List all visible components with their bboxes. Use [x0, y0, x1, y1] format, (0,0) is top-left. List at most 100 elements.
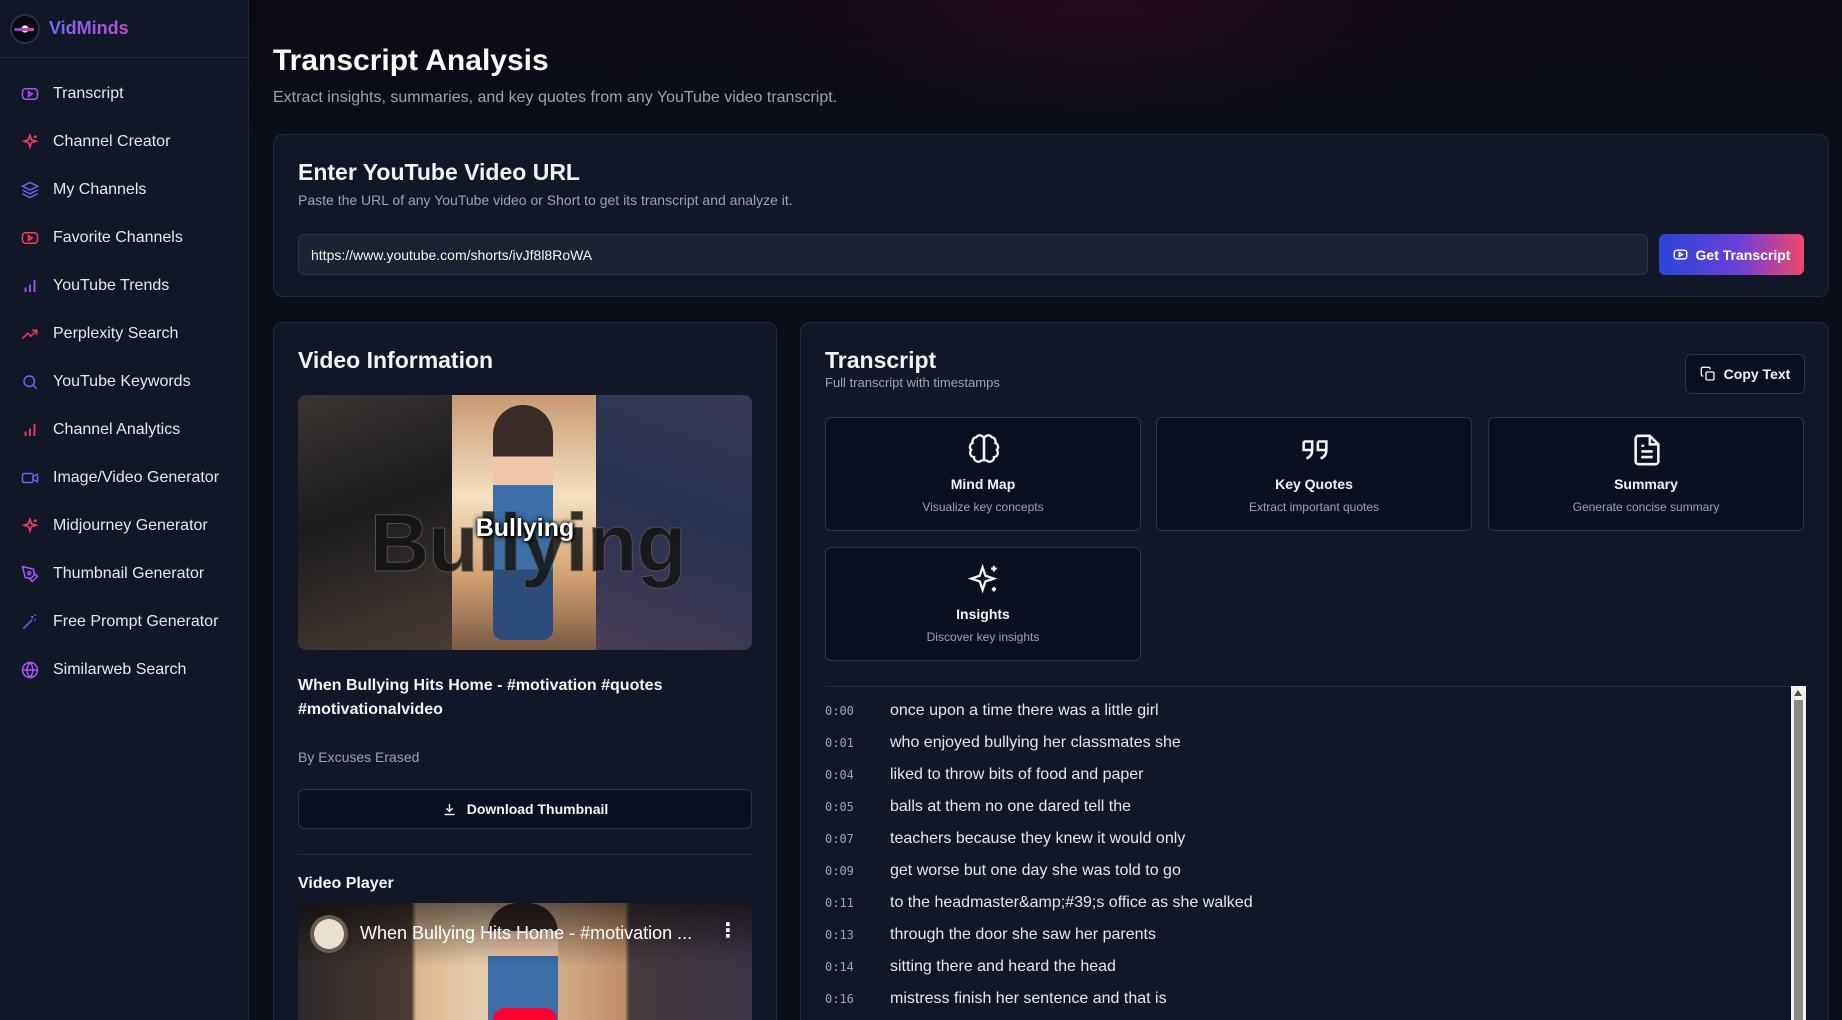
url-card: Enter YouTube Video URL Paste the URL of… — [273, 134, 1829, 297]
copy-icon — [1700, 366, 1715, 381]
video-author: By Excuses Erased — [298, 749, 420, 765]
sidebar-item-youtube-trends[interactable]: YouTube Trends — [0, 262, 248, 310]
sidebar-item-similarweb-search[interactable]: Similarweb Search — [0, 646, 248, 694]
player-title[interactable]: When Bullying Hits Home - #motivation ..… — [360, 923, 700, 944]
tool-description: Generate concise summary — [1572, 500, 1720, 514]
sparkles-icon — [21, 517, 39, 534]
download-thumbnail-label: Download Thumbnail — [466, 801, 609, 817]
sidebar-item-label: Midjourney Generator — [53, 517, 208, 534]
url-card-subtitle: Paste the URL of any YouTube video or Sh… — [298, 192, 793, 208]
sparkles-icon — [21, 133, 39, 150]
globe-icon — [21, 661, 39, 679]
sidebar-item-thumbnail-generator[interactable]: Thumbnail Generator — [0, 550, 248, 598]
pen-tool-icon — [21, 565, 39, 583]
brand-name: VidMinds — [49, 18, 129, 38]
transcript-subtitle: Full transcript with timestamps — [825, 375, 1000, 390]
get-transcript-label: Get Transcript — [1695, 246, 1791, 263]
file-text-icon — [1634, 434, 1660, 466]
quote-icon — [1302, 440, 1328, 460]
transcript-text: liked to throw bits of food and paper — [890, 766, 1144, 783]
timestamp: 0:16 — [825, 992, 854, 1006]
timestamp: 0:13 — [825, 928, 854, 942]
sidebar-item-youtube-keywords[interactable]: YouTube Keywords — [0, 358, 248, 406]
layers-icon — [21, 181, 39, 199]
divider — [825, 686, 1805, 687]
sidebar-item-perplexity-search[interactable]: Perplexity Search — [0, 310, 248, 358]
page-subtitle: Extract insights, summaries, and key quo… — [273, 89, 838, 106]
video-icon — [21, 472, 39, 484]
timestamp: 0:14 — [825, 960, 854, 974]
video-player[interactable]: When Bullying Hits Home - #motivation ..… — [298, 903, 752, 1020]
download-thumbnail-button[interactable]: Download Thumbnail — [298, 789, 752, 829]
sidebar-item-label: Perplexity Search — [53, 325, 179, 342]
transcript-line[interactable]: 0:04 liked to throw bits of food and pape… — [825, 765, 1785, 797]
video-thumbnail: Bullying Bullying — [298, 395, 752, 650]
key-quotes-tool[interactable]: Key Quotes Extract important quotes — [1156, 417, 1472, 531]
url-input[interactable] — [298, 234, 1648, 275]
download-icon — [444, 803, 455, 815]
sidebar-item-channel-creator[interactable]: Channel Creator — [0, 118, 248, 166]
sidebar-item-channel-analytics[interactable]: Channel Analytics — [0, 406, 248, 454]
sidebar-item-label: YouTube Trends — [53, 277, 170, 294]
transcript-line[interactable]: 0:05 balls at them no one dared tell the — [825, 797, 1785, 829]
transcript-text: get worse but one day she was told to go — [890, 862, 1181, 879]
sidebar-item-image-video-generator[interactable]: Image/Video Generator — [0, 454, 248, 502]
sidebar-item-favorite-channels[interactable]: Favorite Channels — [0, 214, 248, 262]
sidebar-item-midjourney-generator[interactable]: Midjourney Generator — [0, 502, 248, 550]
channel-avatar[interactable] — [310, 915, 348, 953]
sidebar: VidMinds Transcript Channel Creator My C… — [0, 0, 249, 1020]
brand-logo — [10, 13, 40, 44]
sidebar-item-label: My Channels — [53, 181, 147, 198]
timestamp: 0:05 — [825, 800, 854, 814]
insights-tool[interactable]: Insights Discover key insights — [825, 547, 1141, 661]
transcript-text: through the door she saw her parents — [890, 926, 1156, 943]
transcript-text: to the headmaster&amp;#39;s office as sh… — [890, 894, 1253, 911]
sidebar-item-label: Favorite Channels — [53, 229, 183, 246]
transcript-card: Transcript Full transcript with timestam… — [800, 322, 1829, 1020]
sidebar-nav: Transcript Channel Creator My Channels F… — [0, 58, 248, 694]
scrollbar-thumb[interactable] — [1794, 700, 1803, 1020]
sidebar-item-my-channels[interactable]: My Channels — [0, 166, 248, 214]
transcript-line[interactable]: 0:14 sitting there and heard the head — [825, 957, 1785, 989]
transcript-line[interactable]: 0:13 through the door she saw her parents — [825, 925, 1785, 957]
video-info-card: Video Information Bullying Bullying When… — [273, 322, 777, 1020]
transcript-text: teachers because they knew it would only — [890, 830, 1186, 847]
sidebar-item-transcript[interactable]: Transcript — [0, 70, 248, 118]
transcript-scrollbar[interactable] — [1791, 686, 1806, 1020]
copy-text-label: Copy Text — [1723, 366, 1791, 382]
sidebar-item-label: YouTube Keywords — [53, 373, 191, 390]
tool-description: Visualize key concepts — [922, 500, 1044, 514]
tool-label: Summary — [1614, 476, 1678, 492]
timestamp: 0:00 — [825, 704, 854, 718]
divider — [298, 854, 752, 855]
youtube-icon — [21, 88, 39, 100]
mind-map-tool[interactable]: Mind Map Visualize key concepts — [825, 417, 1141, 531]
transcript-text: balls at them no one dared tell the — [890, 798, 1132, 815]
get-transcript-button[interactable]: Get Transcript — [1659, 234, 1804, 275]
url-card-title: Enter YouTube Video URL — [298, 159, 580, 185]
transcript-text: mistress finish her sentence and that is — [890, 990, 1167, 1007]
transcript-line[interactable]: 0:01 who enjoyed bullying her classmates … — [825, 733, 1785, 765]
transcript-line[interactable]: 0:16 mistress finish her sentence and tha… — [825, 989, 1785, 1020]
tool-label: Insights — [956, 606, 1010, 622]
summary-tool[interactable]: Summary Generate concise summary — [1488, 417, 1804, 531]
bar-chart-icon — [24, 280, 36, 292]
more-vert-icon[interactable]: ⋮ — [718, 921, 738, 941]
transcript-line[interactable]: 0:07 teachers because they knew it would … — [825, 829, 1785, 861]
transcript-lines: 0:00 once upon a time there was a little … — [825, 701, 1785, 1020]
play-button[interactable] — [493, 1008, 557, 1020]
tool-label: Mind Map — [950, 476, 1016, 492]
copy-text-button[interactable]: Copy Text — [1685, 354, 1805, 394]
thumbnail-text: Bullying — [475, 514, 575, 542]
scroll-up-arrow-icon[interactable] — [1794, 690, 1802, 696]
transcript-line[interactable]: 0:11 to the headmaster&amp;#39;s office a… — [825, 893, 1785, 925]
transcript-text: who enjoyed bullying her classmates she — [890, 734, 1181, 751]
tool-description: Discover key insights — [926, 630, 1040, 644]
sidebar-item-free-prompt-generator[interactable]: Free Prompt Generator — [0, 598, 248, 646]
sidebar-item-label: Thumbnail Generator — [53, 565, 205, 582]
timestamp: 0:01 — [825, 736, 854, 750]
brand[interactable]: VidMinds — [0, 0, 248, 58]
transcript-line[interactable]: 0:09 get worse but one day she was told t… — [825, 861, 1785, 893]
transcript-line[interactable]: 0:00 once upon a time there was a little … — [825, 701, 1785, 733]
wand-icon — [22, 614, 36, 630]
